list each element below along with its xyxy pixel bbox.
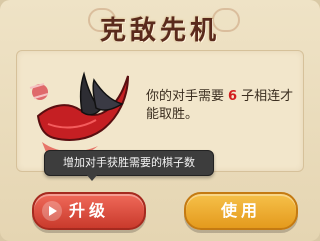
tooltip-arrow [86,174,98,181]
skill-dialog: 克敌先机 你的对手需要 6 子相连才能取胜。 增加对手获胜需要的棋子数 升级 使用 [0,0,320,241]
upgrade-button-label: 升级 [68,201,109,220]
desc-number: 6 [228,89,238,104]
desc-prefix: 你的对手需要 [146,89,225,104]
upgrade-tooltip: 增加对手获胜需要的棋子数 [44,150,214,176]
dialog-title: 克敌先机 [99,16,220,46]
play-icon [42,201,62,221]
upgrade-button[interactable]: 升级 [32,192,146,230]
use-button[interactable]: 使用 [184,192,298,230]
use-button-label: 使用 [220,201,261,220]
item-description: 你的对手需要 6 子相连才能取胜。 [146,88,296,124]
